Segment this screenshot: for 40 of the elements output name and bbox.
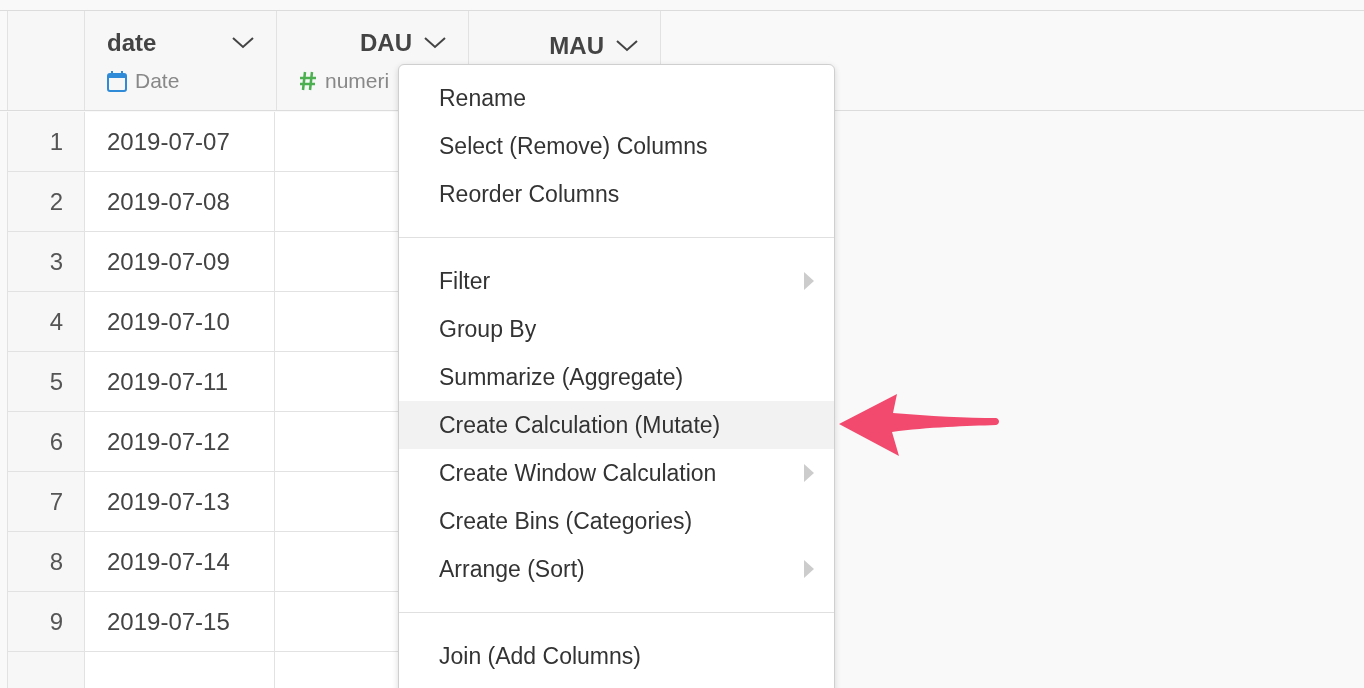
row-number: 3 (7, 232, 85, 291)
column-name: DAU (360, 27, 412, 58)
table-cell: 2019-07-12 (85, 412, 275, 471)
menu-item[interactable]: Arrange (Sort) (399, 545, 834, 593)
menu-item[interactable]: Create Calculation (Mutate) (399, 401, 834, 449)
menu-item[interactable]: Join (Add Columns) (399, 632, 834, 680)
menu-item[interactable]: Create Window Calculation (399, 449, 834, 497)
row-number: 9 (7, 592, 85, 651)
row-number: 2 (7, 172, 85, 231)
menu-item[interactable]: Summarize (Aggregate) (399, 353, 834, 401)
column-type: Date (135, 67, 180, 94)
chevron-down-icon[interactable] (232, 36, 254, 49)
row-number: 8 (7, 532, 85, 591)
row-number: 4 (7, 292, 85, 351)
row-number: 6 (7, 412, 85, 471)
menu-item[interactable]: Filter (399, 257, 834, 305)
column-name: MAU (549, 30, 604, 61)
column-name: date (107, 27, 157, 58)
calendar-icon (107, 69, 127, 92)
menu-item[interactable]: Rename (399, 74, 834, 122)
chevron-down-icon[interactable] (424, 36, 446, 49)
row-number: 1 (7, 112, 85, 171)
row-number: 5 (7, 352, 85, 411)
column-type: numeri (325, 67, 390, 94)
menu-item[interactable]: Create Bins (Categories) (399, 497, 834, 545)
table-cell: 2019-07-11 (85, 352, 275, 411)
table-cell: 2019-07-08 (85, 172, 275, 231)
table-cell: 2019-07-10 (85, 292, 275, 351)
table-cell: 2019-07-15 (85, 592, 275, 651)
row-number: 7 (7, 472, 85, 531)
hash-icon (299, 70, 317, 91)
table-cell: 2019-07-13 (85, 472, 275, 531)
pointer-arrow-icon (838, 391, 1000, 457)
table-cell: 2019-07-09 (85, 232, 275, 291)
menu-item[interactable]: Group By (399, 305, 834, 353)
chevron-down-icon[interactable] (616, 39, 638, 52)
table-cell: 2019-07-14 (85, 532, 275, 591)
menu-item[interactable]: Select (Remove) Columns (399, 122, 834, 170)
table-cell: 2019-07-07 (85, 112, 275, 171)
menu-item[interactable]: Reorder Columns (399, 170, 834, 218)
